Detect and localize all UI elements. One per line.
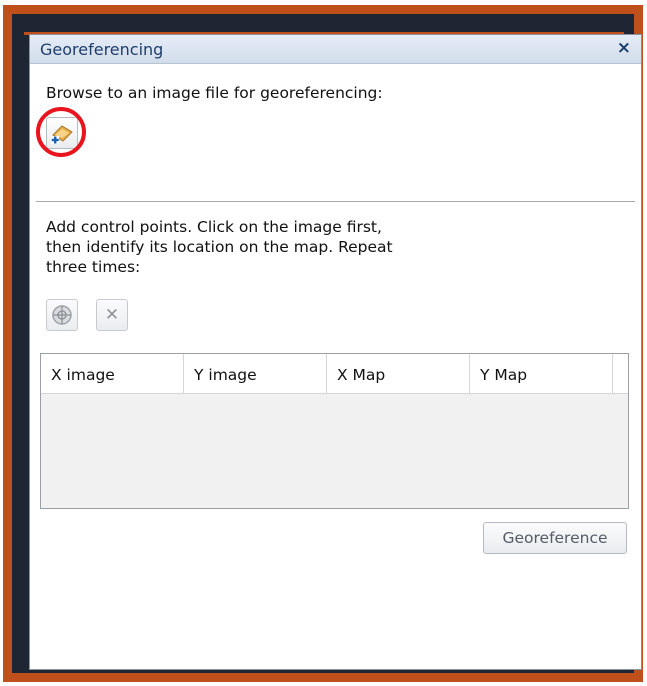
panel-titlebar: Georeferencing × bbox=[30, 35, 641, 64]
highlight-circle bbox=[36, 107, 86, 157]
control-points-instruction-line3: three times: bbox=[46, 258, 141, 276]
georeference-button[interactable]: Georeference bbox=[483, 522, 627, 554]
table-header: X image Y image X Map Y Map bbox=[41, 354, 628, 394]
browse-instruction: Browse to an image file for georeferenci… bbox=[46, 84, 383, 102]
control-points-instruction-line1: Add control points. Click on the image f… bbox=[46, 218, 382, 236]
close-icon[interactable]: × bbox=[617, 38, 631, 58]
georeferencing-panel: Georeferencing × Browse to an image file… bbox=[29, 34, 642, 670]
panel-title: Georeferencing bbox=[40, 40, 164, 59]
column-header-y-image[interactable]: Y image bbox=[184, 354, 327, 393]
crosshair-icon bbox=[52, 305, 72, 325]
delete-control-point-button[interactable]: ✕ bbox=[96, 299, 128, 331]
add-control-point-button[interactable] bbox=[46, 299, 78, 331]
column-header-y-map[interactable]: Y Map bbox=[470, 354, 613, 393]
column-header-x-map[interactable]: X Map bbox=[327, 354, 470, 393]
control-points-table[interactable]: X image Y image X Map Y Map bbox=[40, 353, 629, 509]
column-header-x-image[interactable]: X image bbox=[41, 354, 184, 393]
delete-x-icon: ✕ bbox=[104, 305, 120, 325]
section-divider bbox=[36, 201, 635, 202]
control-points-instruction-line2: then identify its location on the map. R… bbox=[46, 238, 393, 256]
